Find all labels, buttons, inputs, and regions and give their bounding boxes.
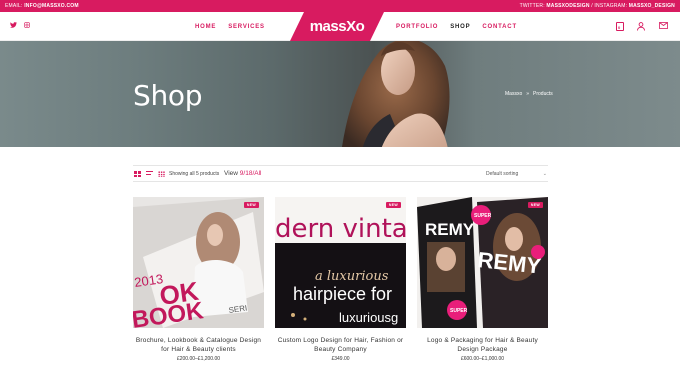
mail-icon[interactable]: [659, 22, 668, 31]
image-text-hairpiece: hairpiece for: [293, 284, 392, 304]
per-page-label: View: [224, 170, 238, 177]
nav-services[interactable]: SERVICES: [228, 24, 265, 30]
product-price: £600.00–£1,000.00: [460, 356, 505, 362]
account-icon[interactable]: [637, 22, 646, 31]
grid-small-view-icon[interactable]: [158, 171, 165, 177]
nav-portfolio[interactable]: PORTFOLIO: [396, 24, 438, 30]
email-link[interactable]: INFO@MASSXO.COM: [24, 3, 79, 9]
grid-view-icon[interactable]: [134, 171, 141, 177]
product-card[interactable]: dern vinta a luxurious hairpiece for lux…: [275, 197, 406, 362]
twitter-handle[interactable]: MASSXODESIGN: [546, 3, 589, 9]
instagram-icon[interactable]: [24, 22, 30, 30]
social-handles: TWITTER: MASSXODESIGN / INSTAGRAM: MASSX…: [520, 3, 675, 9]
sorting-select[interactable]: Default sorting ⌄: [486, 171, 548, 177]
cart-count: 0: [618, 25, 621, 30]
product-card[interactable]: REMY REMY SUPER SUPER NEW Logo & Packagi…: [417, 197, 548, 362]
product-image[interactable]: REMY REMY SUPER SUPER NEW: [417, 197, 548, 328]
chevron-down-icon: ⌄: [542, 171, 547, 177]
packaging-image: REMY REMY SUPER SUPER: [417, 197, 548, 328]
image-text-vintage: dern vinta: [275, 214, 406, 244]
instagram-handle[interactable]: MASSXO_DESIGN: [629, 3, 675, 9]
per-page-selector: View 9/18/All: [224, 170, 262, 177]
brochure-image: 2013 OK BOOK SERI: [133, 197, 264, 328]
breadcrumb-current: Products: [533, 91, 553, 97]
nav-left: HOME SERVICES: [195, 24, 265, 30]
social-links: [10, 22, 30, 30]
product-image[interactable]: dern vinta a luxurious hairpiece for lux…: [275, 197, 406, 328]
product-image[interactable]: 2013 OK BOOK SERI NEW: [133, 197, 264, 328]
per-page-all[interactable]: All: [254, 170, 261, 177]
top-bar: EMAIL: INFO@MASSXO.COM TWITTER: MASSXODE…: [0, 0, 680, 12]
view-mode-switcher: [134, 171, 165, 177]
hero-banner: Shop Massxo » Products: [0, 41, 680, 147]
image-text-super-top: SUPER: [474, 213, 492, 219]
twitter-label: TWITTER:: [519, 3, 545, 9]
header-actions: 0: [616, 22, 668, 31]
image-text-remy-left: REMY: [425, 220, 475, 239]
product-title[interactable]: Logo & Packaging for Hair & Beauty Desig…: [417, 336, 548, 354]
email-label: EMAIL:: [5, 3, 23, 9]
product-card[interactable]: 2013 OK BOOK SERI NEW Brochure, Lookbook…: [133, 197, 264, 362]
nav-right: PORTFOLIO SHOP CONTACT: [396, 24, 517, 30]
contact-email[interactable]: EMAIL: INFO@MASSXO.COM: [5, 3, 79, 9]
site-logo[interactable]: massXo: [290, 12, 384, 41]
cart-icon[interactable]: 0: [616, 22, 624, 31]
sorting-value: Default sorting: [486, 171, 519, 177]
breadcrumb-home[interactable]: Massxo: [505, 91, 522, 97]
product-grid: 2013 OK BOOK SERI NEW Brochure, Lookbook…: [133, 197, 548, 371]
image-text-super-bottom: SUPER: [450, 308, 468, 314]
new-badge: NEW: [527, 202, 543, 208]
nav-contact[interactable]: CONTACT: [482, 24, 516, 30]
handle-separator: /: [591, 3, 593, 9]
image-text-luxuriousg: luxuriousg: [339, 310, 398, 325]
shop-toolbar: Showing all 5 products View 9/18/All Def…: [133, 165, 548, 182]
breadcrumb-separator: »: [526, 91, 530, 97]
image-text-luxurious: a luxurious: [315, 269, 389, 284]
nav-shop[interactable]: SHOP: [450, 24, 470, 30]
hero-model-image: [342, 41, 450, 147]
new-badge: NEW: [385, 202, 401, 208]
page-title: Shop: [133, 79, 203, 112]
logo-design-image: dern vinta a luxurious hairpiece for lux…: [275, 197, 406, 328]
nav-home[interactable]: HOME: [195, 24, 216, 30]
result-count: Showing all 5 products: [169, 171, 220, 177]
product-price: £200.00–£1,200.00: [176, 356, 221, 362]
product-title[interactable]: Custom Logo Design for Hair, Fashion or …: [275, 336, 406, 354]
twitter-icon[interactable]: [10, 22, 17, 30]
breadcrumb: Massxo » Products: [505, 91, 553, 97]
product-title[interactable]: Brochure, Lookbook & Catalogue Design fo…: [133, 336, 264, 354]
product-price: £349.00: [331, 356, 350, 362]
new-badge: NEW: [243, 202, 259, 208]
instagram-label: INSTAGRAM:: [594, 3, 628, 9]
list-view-icon[interactable]: [146, 171, 153, 177]
logo-text: massXo: [309, 18, 365, 35]
